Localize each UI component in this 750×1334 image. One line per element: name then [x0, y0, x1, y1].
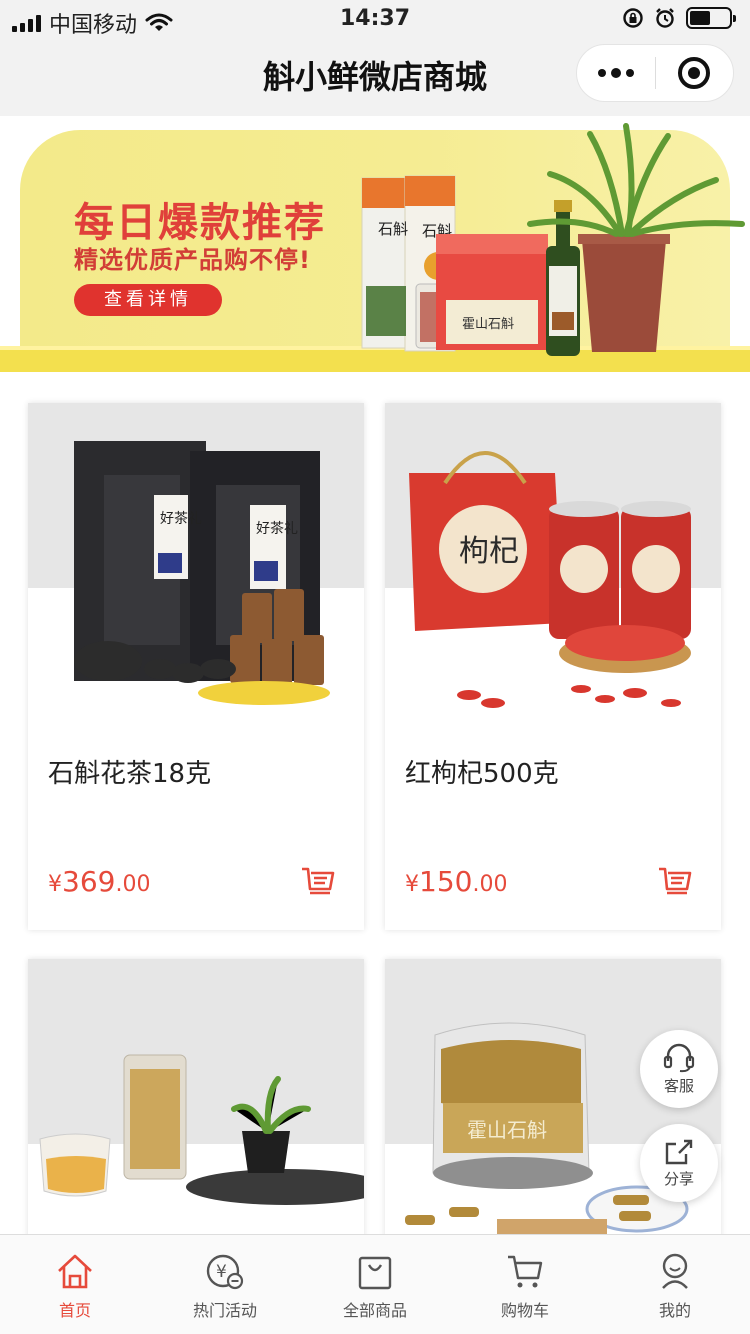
tab-label: 购物车	[500, 1301, 549, 1320]
package-label-1: 好茶礼	[160, 511, 202, 527]
product-card[interactable]	[28, 959, 364, 1234]
tab-hot-activities[interactable]: ¥ 热门活动	[150, 1235, 300, 1334]
product-card[interactable]: 好茶礼 好茶礼 石斛花茶18克 ¥369.00	[28, 403, 364, 930]
product-name: 红枸杞500克	[405, 759, 559, 789]
banner-products-image: 石斛 石斛 霍山石斛	[361, 123, 745, 356]
battery-icon	[686, 7, 736, 29]
share-button[interactable]: 分享	[640, 1124, 718, 1202]
promo-banner[interactable]: 每日爆款推荐 精选优质产品购不停! 查看详情 石斛 石斛 霍山石斛	[0, 116, 750, 374]
close-mini-program-button[interactable]	[656, 45, 734, 101]
rotation-lock-icon	[623, 8, 643, 28]
price-integer: 369	[62, 865, 116, 898]
share-icon	[665, 1139, 693, 1164]
banner-subtitle: 精选优质产品购不停!	[74, 246, 311, 274]
headset-icon	[663, 1043, 695, 1072]
tab-cart[interactable]: 购物车	[450, 1235, 600, 1334]
svg-text:¥: ¥	[216, 1262, 227, 1282]
tab-all-products[interactable]: 全部商品	[300, 1235, 450, 1334]
product-image	[28, 959, 364, 1234]
package-text-1: 石斛	[378, 221, 408, 238]
product-price: ¥150.00	[405, 865, 507, 898]
product-card[interactable]: 枸杞 红枸杞500克 ¥150.00	[385, 403, 721, 930]
add-to-cart-icon[interactable]	[300, 865, 336, 899]
coupon-icon: ¥	[206, 1254, 244, 1290]
product-price: ¥369.00	[48, 865, 150, 898]
mini-program-capsule	[576, 44, 734, 102]
tab-label: 我的	[658, 1301, 691, 1320]
nav-bar: 斛小鲜微店商城	[0, 40, 750, 116]
tab-profile[interactable]: 我的	[600, 1235, 750, 1334]
view-details-button[interactable]: 查看详情	[74, 284, 222, 316]
customer-service-button[interactable]: 客服	[640, 1030, 718, 1108]
shopping-bag-icon	[358, 1256, 392, 1290]
product-image: 好茶礼 好茶礼	[28, 403, 364, 739]
status-right	[622, 7, 736, 29]
alarm-icon	[656, 8, 674, 28]
tab-label: 首页	[58, 1301, 91, 1320]
bottom-tab-bar: 首页 ¥ 热门活动 全部商品 购物车 我的	[0, 1234, 750, 1334]
add-to-cart-icon[interactable]	[657, 865, 693, 899]
price-integer: 150	[419, 865, 473, 898]
price-decimal: .00	[115, 872, 151, 897]
home-icon	[58, 1254, 92, 1289]
price-decimal: .00	[472, 872, 508, 897]
package-label: 枸杞	[459, 535, 519, 568]
tab-label: 热门活动	[192, 1301, 257, 1320]
currency-symbol: ¥	[405, 872, 419, 897]
share-label: 分享	[663, 1169, 694, 1188]
status-bar: 中国移动 14:37	[0, 0, 750, 40]
package-label: 霍山石斛	[467, 1119, 547, 1142]
more-menu-button[interactable]	[577, 45, 655, 101]
customer-service-label: 客服	[663, 1076, 694, 1095]
target-icon	[678, 57, 711, 89]
user-icon	[662, 1253, 688, 1289]
product-image: 枸杞	[385, 403, 721, 739]
product-name: 石斛花茶18克	[48, 759, 212, 789]
tab-label: 全部商品	[342, 1301, 407, 1320]
tab-home[interactable]: 首页	[0, 1235, 150, 1334]
package-label-2: 好茶礼	[256, 521, 298, 537]
cart-icon	[508, 1255, 543, 1288]
page-content: 每日爆款推荐 精选优质产品购不停! 查看详情 石斛 石斛 霍山石斛 好茶礼 好茶…	[0, 116, 750, 1234]
currency-symbol: ¥	[48, 872, 62, 897]
package-text-2: 霍山石斛	[462, 316, 514, 331]
